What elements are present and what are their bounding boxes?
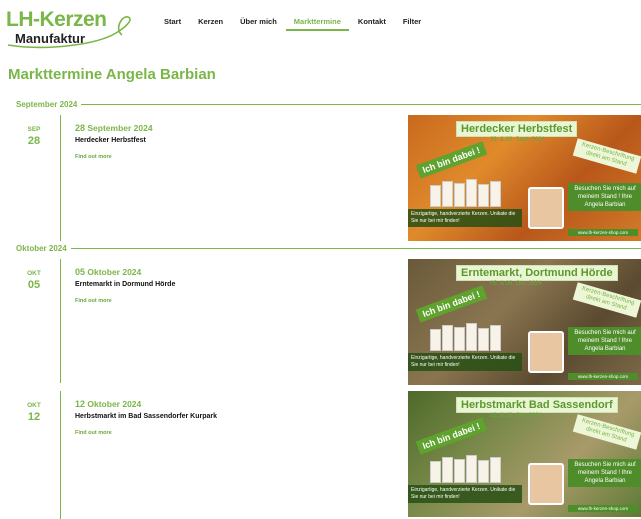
flyer-visit: Besuchen Sie mich auf meinem Stand ! Ihr… <box>568 183 641 211</box>
event-title[interactable]: Herdecker Herbstfest <box>75 136 395 145</box>
event-flyer-image[interactable]: Herdecker Herbstfest 28. & 29. Sept. 202… <box>408 115 641 241</box>
event-timeline-line <box>60 115 61 241</box>
month-divider <box>16 248 641 249</box>
portrait-image <box>528 463 564 505</box>
flyer-url: www.lh-kerzen-shop.com <box>568 229 638 236</box>
flyer-note: Kerzen-Beschriftung direkt am Stand <box>572 282 641 318</box>
event-item: OKT 12 12 Oktober 2024 Herbstmarkt im Ba… <box>0 391 641 519</box>
flyer-dates: 28. & 29. Sept. 2024 <box>490 137 545 143</box>
month-label: Oktober 2024 <box>16 243 71 254</box>
event-date: 28 September 2024 <box>75 123 395 134</box>
event-date: 12 Oktober 2024 <box>75 399 395 410</box>
flyer-visit: Besuchen Sie mich auf meinem Stand ! Ihr… <box>568 459 641 487</box>
flyer-bottom-text: Einzigartige, handverzierte Kerzen. Unik… <box>408 485 522 503</box>
event-date-month: Oktober 2024 <box>87 267 142 277</box>
event-item: SEP 28 28 September 2024 Herdecker Herbs… <box>0 115 641 243</box>
event-info: 28 September 2024 Herdecker Herbstfest F… <box>75 123 395 160</box>
event-day: 05 <box>27 279 41 291</box>
event-month: OKT <box>27 270 41 277</box>
event-day: 12 <box>27 411 41 423</box>
find-out-more-link[interactable]: Find out more <box>75 430 395 436</box>
nav-item-markttermine[interactable]: Markttermine <box>285 13 350 33</box>
event-date-badge: OKT 05 <box>18 270 50 292</box>
logo-line-2: Manufaktur <box>15 31 86 46</box>
event-date-month: Oktober 2024 <box>87 399 142 409</box>
event-day: 28 <box>27 135 41 147</box>
event-date-badge: OKT 12 <box>18 402 50 424</box>
flyer-bottom-text: Einzigartige, handverzierte Kerzen. Unik… <box>408 209 522 227</box>
event-info: 12 Oktober 2024 Herbstmarkt im Bad Sasse… <box>75 399 395 436</box>
flyer-dates: 12. & 13. Okt. 2024 <box>490 413 542 419</box>
flyer-title: Herdecker Herbstfest <box>456 121 578 137</box>
page-title: Markttermine Angela Barbian <box>8 66 216 83</box>
event-date-day: 12 <box>75 399 86 409</box>
flyer-badge: Ich bin dabei ! <box>415 417 487 455</box>
event-title[interactable]: Erntemarkt in Dormund Hörde <box>75 280 395 289</box>
month-label: September 2024 <box>16 99 82 110</box>
portrait-image <box>528 331 564 373</box>
month-divider <box>16 104 641 105</box>
event-timeline-line <box>60 259 61 383</box>
flyer-note: Kerzen-Beschriftung direkt am Stand <box>572 414 641 450</box>
flyer-dates: 05. & 06. Okt. 2024 <box>490 281 542 287</box>
flyer-bottom-text: Einzigartige, handverzierte Kerzen. Unik… <box>408 353 522 371</box>
event-flyer-image[interactable]: Erntemarkt, Dortmund Hörde 05. & 06. Okt… <box>408 259 641 385</box>
main-nav: Start Kerzen Über mich Markttermine Kont… <box>164 13 438 33</box>
candles-graphic <box>426 455 516 483</box>
candles-graphic <box>426 323 516 351</box>
event-item: OKT 05 05 Oktober 2024 Erntemarkt in Dor… <box>0 259 641 385</box>
month-separator: September 2024 <box>0 99 641 111</box>
portrait-image <box>528 187 564 229</box>
event-timeline-line <box>60 391 61 519</box>
event-date-badge: SEP 28 <box>18 126 50 148</box>
event-info: 05 Oktober 2024 Erntemarkt in Dormund Hö… <box>75 267 395 304</box>
event-month: OKT <box>27 402 41 409</box>
site-logo[interactable]: LH-Kerzen Manufaktur <box>6 8 138 49</box>
flyer-badge: Ich bin dabei ! <box>415 285 487 323</box>
find-out-more-link[interactable]: Find out more <box>75 298 395 304</box>
logo-line-1: LH-Kerzen <box>6 8 107 31</box>
nav-item-kontakt[interactable]: Kontakt <box>358 13 386 33</box>
find-out-more-link[interactable]: Find out more <box>75 154 395 160</box>
event-date: 05 Oktober 2024 <box>75 267 395 278</box>
nav-item-start[interactable]: Start <box>164 13 181 33</box>
site-header: LH-Kerzen Manufaktur Start Kerzen Über m… <box>0 0 641 50</box>
candles-graphic <box>426 179 516 207</box>
month-separator: Oktober 2024 <box>0 243 641 255</box>
nav-item-ueber-mich[interactable]: Über mich <box>240 13 277 33</box>
event-title[interactable]: Herbstmarkt im Bad Sassendorfer Kurpark <box>75 412 395 421</box>
nav-item-kerzen[interactable]: Kerzen <box>198 13 223 33</box>
event-date-month: September 2024 <box>87 123 153 133</box>
event-flyer-image[interactable]: Herbstmarkt Bad Sassendorf 12. & 13. Okt… <box>408 391 641 517</box>
event-date-day: 05 <box>75 267 86 277</box>
flyer-url: www.lh-kerzen-shop.com <box>568 505 638 512</box>
flyer-title: Herbstmarkt Bad Sassendorf <box>456 397 618 413</box>
nav-item-filter[interactable]: Filter <box>403 13 421 33</box>
event-date-day: 28 <box>75 123 86 133</box>
flyer-note: Kerzen-Beschriftung direkt am Stand <box>572 138 641 174</box>
event-month: SEP <box>27 126 41 133</box>
flyer-visit: Besuchen Sie mich auf meinem Stand ! Ihr… <box>568 327 641 355</box>
flyer-title: Erntemarkt, Dortmund Hörde <box>456 265 618 281</box>
flyer-badge: Ich bin dabei ! <box>415 141 487 179</box>
flyer-url: www.lh-kerzen-shop.com <box>568 373 638 380</box>
